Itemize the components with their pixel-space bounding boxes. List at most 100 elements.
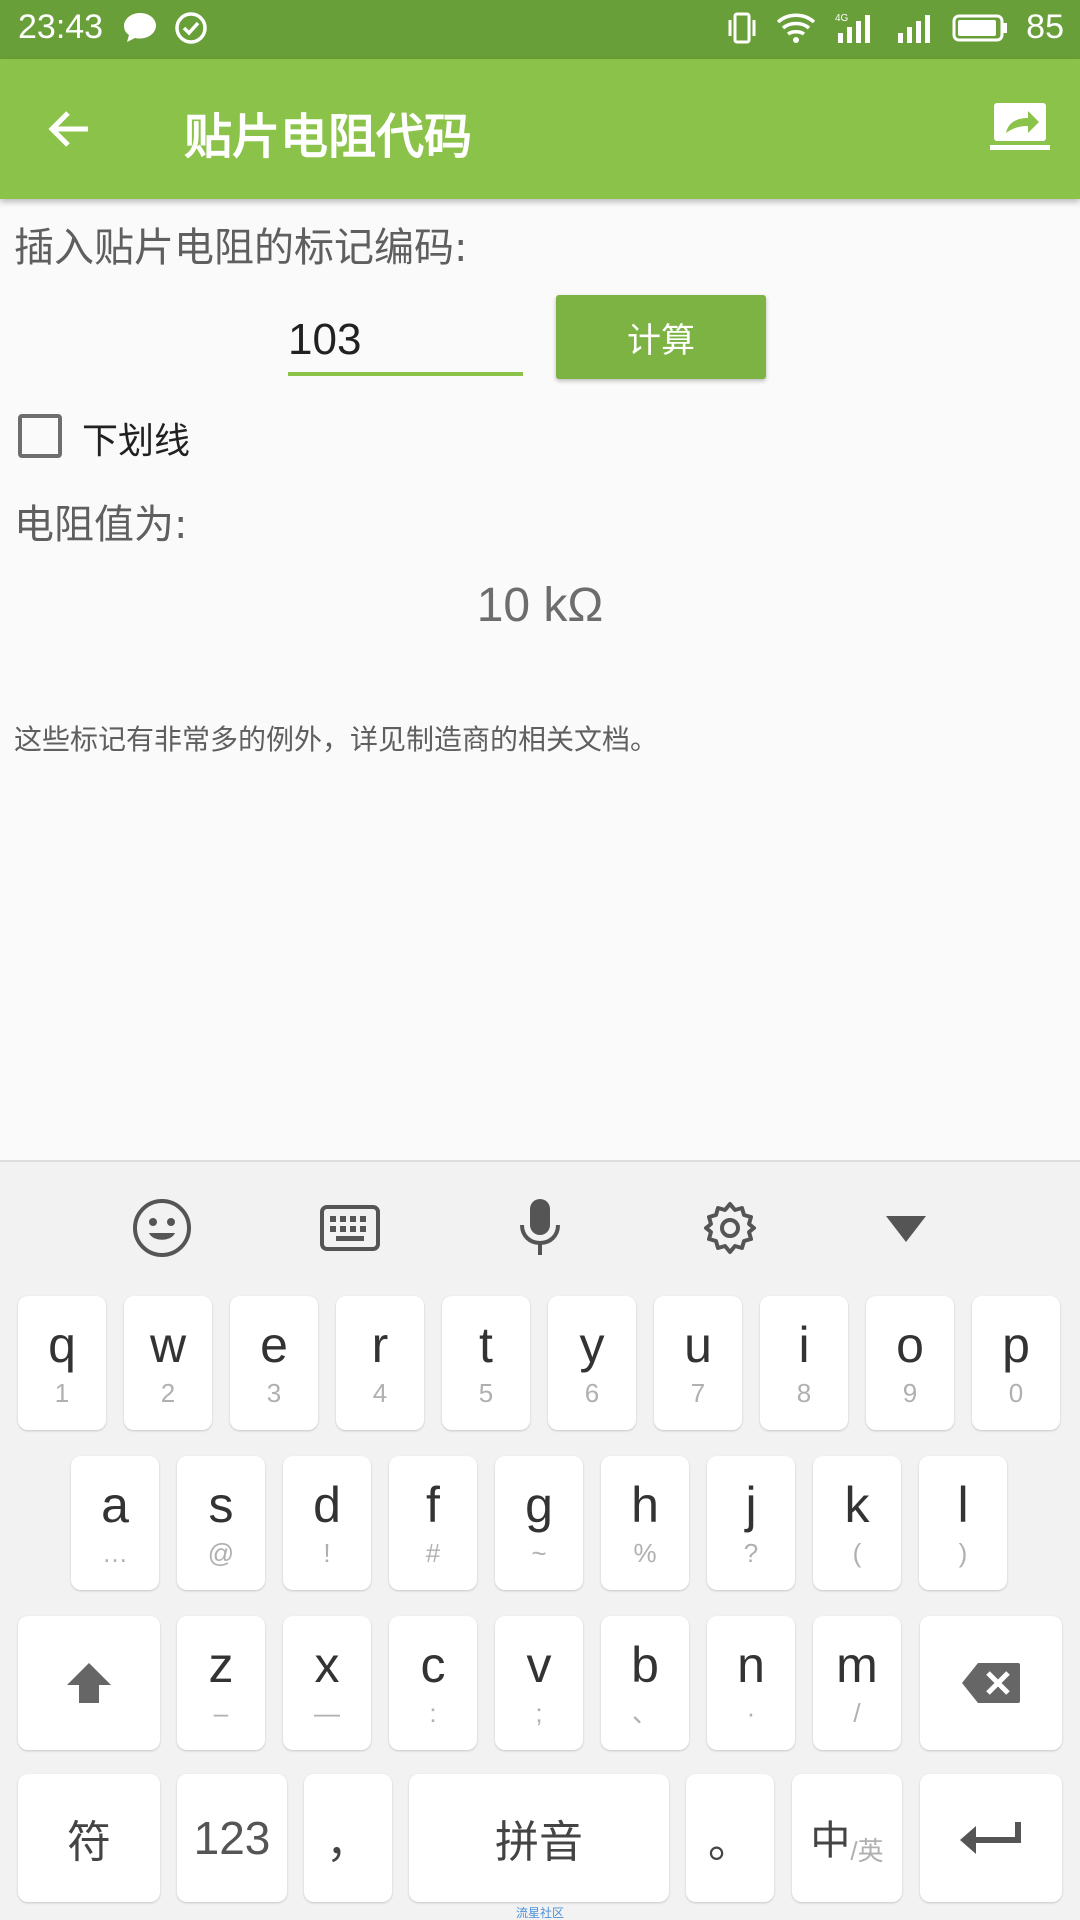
emoji-icon [133,1199,191,1257]
key-sublabel: ) [958,1538,968,1568]
key-sublabel: 4 [372,1378,388,1408]
keyboard-switch-button[interactable] [318,1196,382,1260]
collapse-icon [886,1216,926,1242]
enter-key[interactable] [920,1774,1062,1902]
symbols-key[interactable]: 符 [18,1774,160,1902]
key-label: c [420,1637,446,1693]
key-sublabel: 、 [631,1698,658,1728]
code-input[interactable] [288,300,523,376]
key-sublabel: — [314,1698,340,1728]
shift-key[interactable] [18,1616,160,1750]
status-time: 23:43 [18,8,104,46]
exceptions-note: 这些标记有非常多的例外，详见制造商的相关文档。 [14,723,659,756]
key-q[interactable]: q1 [18,1296,106,1430]
key-w[interactable]: w2 [124,1296,212,1430]
key-label: m [836,1637,878,1693]
key-t[interactable]: t5 [442,1296,530,1430]
key-o[interactable]: o9 [866,1296,954,1430]
key-sublabel: @ [207,1538,235,1568]
keyboard-settings-button[interactable] [698,1196,762,1260]
code-input-label: 插入贴片电阻的标记编码: [14,225,468,271]
key-sublabel: 6 [584,1378,600,1408]
key-label: o [896,1317,924,1373]
key-u[interactable]: u7 [654,1296,742,1430]
key-sublabel: : [429,1698,437,1728]
key-sublabel: ( [852,1538,862,1568]
battery-percent: 85 [1026,8,1064,46]
key-j[interactable]: j? [707,1456,795,1590]
keyboard-icon [320,1205,380,1251]
settings-icon [704,1202,756,1254]
key-sublabel: … [102,1538,128,1568]
result-value: 10 kΩ [476,579,604,632]
key-label: a [101,1477,129,1533]
svg-text:4G: 4G [835,13,849,24]
signal-4g-icon: 4G [835,13,871,43]
language-switch-key[interactable]: 中/英 [792,1774,902,1902]
key-r[interactable]: r4 [336,1296,424,1430]
key-sublabel: – [213,1698,229,1728]
arrow-back-icon [48,111,88,147]
key-sublabel: 0 [1008,1378,1024,1408]
key-sublabel: 8 [796,1378,812,1408]
key-y[interactable]: y6 [548,1296,636,1430]
share-button[interactable] [988,99,1052,155]
language-main-label: 中 [810,1818,851,1864]
key-label: q [48,1317,76,1373]
key-z[interactable]: z – [177,1616,265,1750]
signal-icon [898,14,931,43]
period-key[interactable]: 。 [686,1774,774,1902]
key-label: d [313,1477,341,1533]
key-p[interactable]: p0 [972,1296,1060,1430]
key-h[interactable]: h% [601,1456,689,1590]
key-a[interactable]: a… [71,1456,159,1590]
key-label: i [798,1317,810,1373]
backspace-key[interactable] [920,1616,1062,1750]
key-e[interactable]: e3 [230,1296,318,1430]
space-key-label: 拼音 [495,1817,583,1868]
voice-input-button[interactable] [508,1196,572,1260]
key-c[interactable]: c: [389,1616,477,1750]
key-label: g [525,1477,553,1533]
numbers-key-label: 123 [193,1812,271,1864]
key-n[interactable]: n · [707,1616,795,1750]
key-sublabel: 9 [902,1378,918,1408]
calculate-button[interactable]: 计算 [556,295,766,379]
comma-key-label: ， [326,1817,370,1868]
vibrate-icon [728,12,756,43]
key-d[interactable]: d! [283,1456,371,1590]
key-label: j [745,1477,757,1533]
underline-checkbox[interactable] [18,414,62,458]
comma-key[interactable]: ， [304,1774,392,1902]
key-sublabel: ; [535,1698,543,1728]
key-x[interactable]: x — [283,1616,371,1750]
key-m[interactable]: m / [813,1616,901,1750]
key-label: f [426,1477,440,1533]
status-bar: 23:43 4G 85 [0,0,1080,59]
key-label: p [1002,1317,1030,1373]
key-sublabel: ! [323,1538,331,1568]
hide-keyboard-button[interactable] [874,1196,938,1260]
key-i[interactable]: i8 [760,1296,848,1430]
backspace-icon [962,1663,1020,1703]
key-k[interactable]: k( [813,1456,901,1590]
key-sublabel: / [853,1698,861,1728]
enter-icon [960,1822,1021,1854]
key-label: e [260,1317,288,1373]
underline-checkbox-label[interactable]: 下划线 [82,412,190,464]
key-s[interactable]: s @ [177,1456,265,1590]
page-title: 贴片电阻代码 [184,109,473,165]
key-l[interactable]: l) [919,1456,1007,1590]
back-button[interactable] [40,99,100,159]
emoji-button[interactable] [130,1196,194,1260]
key-g[interactable]: g ~ [495,1456,583,1590]
key-f[interactable]: f # [389,1456,477,1590]
key-sublabel: 1 [54,1378,70,1408]
space-key[interactable]: 拼音 [409,1774,669,1902]
numbers-key[interactable]: 123 [177,1774,287,1902]
app-bar: 贴片电阻代码 [0,59,1080,199]
key-label: b [631,1637,659,1693]
key-b[interactable]: b、 [601,1616,689,1750]
period-key-label: 。 [708,1817,752,1868]
key-v[interactable]: v; [495,1616,583,1750]
